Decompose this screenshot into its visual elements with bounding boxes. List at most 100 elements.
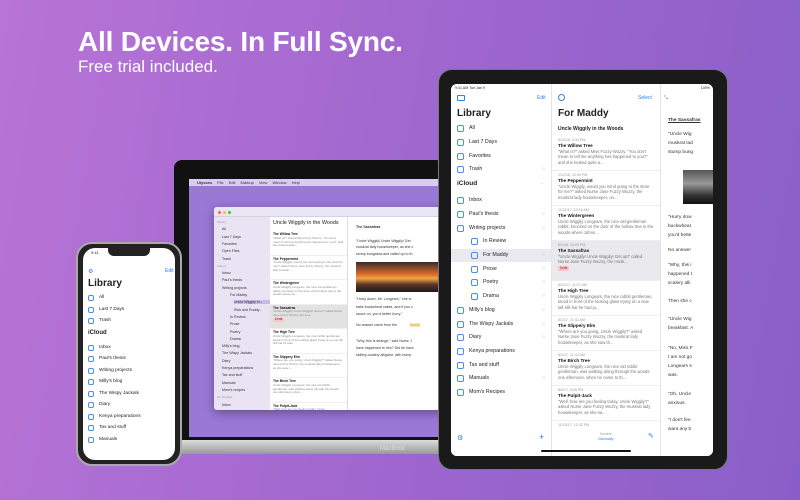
chevron-right-icon[interactable]: » xyxy=(542,249,545,262)
sheet-item[interactable]: 8/1/17, 11:43 AM The Birch Tree Uncle Wigg… xyxy=(552,351,660,386)
chevron-right-icon[interactable]: » xyxy=(542,222,545,235)
chevron-right-icon[interactable]: » xyxy=(542,263,545,276)
sidebar-toggle-icon[interactable] xyxy=(457,95,465,101)
library-item[interactable]: Trash » xyxy=(451,163,551,176)
icloud-item[interactable]: Writing projects xyxy=(83,365,175,377)
sheet-item[interactable]: 8/31/17, 11:07 AM The High Tree Uncle Wigg… xyxy=(552,281,660,316)
icloud-item[interactable]: The Wispy Jackals xyxy=(83,388,175,400)
icloud-item[interactable]: Poetry » xyxy=(451,276,551,289)
close-button[interactable] xyxy=(218,210,221,214)
icloud-item[interactable]: Diary xyxy=(83,399,175,411)
sheet-item[interactable]: 5/14/18, 2:34 PM The Willow Tree "What is?… xyxy=(552,136,660,171)
sheet-item[interactable]: 11/23/17, 12:32 PMThe Violets xyxy=(552,421,660,426)
menu-view[interactable]: View xyxy=(259,180,268,185)
sheet-item[interactable]: The Peppermint "Uncle Wiggily, would you … xyxy=(270,256,347,280)
sheet-item[interactable]: 8/4/17, 5:05 PM The Pulpit-Jack "Well, how… xyxy=(552,386,660,421)
search-icon[interactable] xyxy=(558,94,565,101)
icloud-item[interactable]: Drama » xyxy=(451,290,551,303)
sidebar-item[interactable]: Trash xyxy=(222,257,231,261)
icloud-item[interactable]: For Maddy » xyxy=(451,249,551,262)
sidebar-item[interactable]: Open Files xyxy=(222,249,239,253)
sheet-item[interactable]: 2/12/18, 12:54 PM The Peppermint "Uncle Wi… xyxy=(552,171,660,206)
icloud-item[interactable]: Milly's blog xyxy=(83,376,175,388)
icloud-item[interactable]: Mom's Recipes xyxy=(451,386,551,399)
ipad-editor[interactable]: 100% ⤡ The Sassafras "Uncle Wig muskrat la… xyxy=(661,84,713,456)
icloud-item[interactable]: Kenya preparations xyxy=(83,411,175,423)
library-item[interactable]: Trash xyxy=(83,315,175,327)
chevron-right-icon[interactable]: » xyxy=(542,208,545,221)
sheet-item[interactable]: 8/1/17, 11:42 AM The Slippery Elm "Where a… xyxy=(552,316,660,351)
icloud-item[interactable]: Kenya preparations xyxy=(451,345,551,358)
sheet-item[interactable]: The Willow Tree "What is?" asked Miss Fuz… xyxy=(270,231,347,256)
sheet-item[interactable]: The Birch Tree Uncle Wiggily Longears, th… xyxy=(270,378,347,403)
sheet-item[interactable]: The Sassafras "Uncle Wiggily! Uncle Wiggi… xyxy=(270,304,347,329)
add-icon[interactable]: + xyxy=(539,432,544,442)
sidebar-item[interactable]: Diary xyxy=(222,359,230,363)
menu-markup[interactable]: Markup xyxy=(240,180,253,185)
icloud-item[interactable]: Milly's blog » xyxy=(451,304,551,317)
sidebar-item[interactable]: Milly's blog xyxy=(222,344,239,348)
zoom-button[interactable] xyxy=(228,210,231,214)
chevron-right-icon[interactable]: » xyxy=(542,372,545,385)
icloud-item[interactable]: Writing projects » xyxy=(451,222,551,235)
sheet-item[interactable]: The Slippery Elm "Where are you going, Un… xyxy=(270,354,347,378)
sheet-item[interactable]: 6/1/18, 12:09 PM The Sassafras "Uncle Wigg… xyxy=(552,241,660,281)
sidebar-item[interactable]: Prose xyxy=(230,322,239,326)
sheet-item[interactable]: The High Tree Uncle Wiggily Longears, the… xyxy=(270,329,347,354)
icloud-item[interactable]: Diary » xyxy=(451,331,551,344)
sidebar-item[interactable]: Inbox xyxy=(222,403,231,407)
sidebar-item[interactable]: Writing projects xyxy=(222,286,247,290)
sidebar-item[interactable]: Inbox xyxy=(222,271,231,275)
sidebar-item[interactable]: Drama xyxy=(230,337,241,341)
sidebar-item[interactable]: In Review xyxy=(230,315,246,319)
icloud-item[interactable]: Tax and stuff xyxy=(451,359,551,372)
menu-ulysses[interactable]: Ulysses xyxy=(197,180,212,185)
library-item[interactable]: All xyxy=(83,292,175,304)
chevron-right-icon[interactable]: » xyxy=(542,276,545,289)
chevron-right-icon[interactable]: » xyxy=(542,163,545,176)
sidebar-item[interactable]: All xyxy=(222,227,226,231)
icloud-item[interactable]: The Wispy Jackals » xyxy=(451,318,551,331)
minimize-button[interactable] xyxy=(223,210,226,214)
sheet-item[interactable]: The Wintergreen Uncle Wiggily Longears, t… xyxy=(270,280,347,305)
chevron-down-icon[interactable]: ⌄ xyxy=(540,180,544,186)
library-item[interactable]: Favorites xyxy=(451,150,551,163)
icloud-item[interactable]: In Review xyxy=(451,235,551,248)
icloud-item[interactable]: Manuals » xyxy=(451,372,551,385)
sidebar-item[interactable]: Kenya preparations xyxy=(222,366,253,370)
sort-order-button[interactable]: Manually xyxy=(552,437,660,441)
select-button[interactable]: Select xyxy=(638,95,652,101)
menu-window[interactable]: Window xyxy=(272,180,286,185)
icloud-item[interactable]: Paul's thesis » xyxy=(451,208,551,221)
library-item[interactable]: Last 7 Days xyxy=(451,136,551,149)
sidebar-item[interactable]: Last 7 Days xyxy=(222,235,241,239)
settings-icon[interactable]: ⚙ xyxy=(457,434,463,442)
sheet-item[interactable]: The Pulpit-Jack "Well, how are you feelin… xyxy=(270,403,347,410)
sidebar-item[interactable]: Uncle Wiggily in... xyxy=(234,300,270,305)
library-item[interactable]: All xyxy=(451,122,551,135)
edit-button[interactable]: Edit xyxy=(165,268,174,274)
chevron-right-icon[interactable]: » xyxy=(542,318,545,331)
sidebar-item[interactable]: Manuals xyxy=(222,381,236,385)
icloud-item[interactable]: Manuals xyxy=(83,434,175,446)
sidebar-item[interactable]: Mom's recipes xyxy=(222,388,245,392)
settings-icon[interactable]: ⚙ xyxy=(88,268,93,275)
sidebar-item[interactable]: For Maddy xyxy=(230,293,247,297)
menu-edit[interactable]: Edit xyxy=(229,180,236,185)
fullscreen-icon[interactable]: ⤡ xyxy=(664,95,668,101)
chevron-right-icon[interactable]: » xyxy=(542,304,545,317)
sidebar-item[interactable]: The Wispy Jackals xyxy=(222,351,252,355)
menu-help[interactable]: Help xyxy=(292,180,300,185)
compose-icon[interactable]: ✎ xyxy=(648,432,654,440)
sidebar-item[interactable]: Paul's thesis xyxy=(222,278,242,282)
sidebar-item[interactable]: Rick and Ruddy... xyxy=(234,308,262,312)
menu-file[interactable]: File xyxy=(217,180,223,185)
icloud-item[interactable]: Prose » xyxy=(451,263,551,276)
sheet-item[interactable]: 11/22/17, 10:16 AM The Wintergreen Uncle W… xyxy=(552,206,660,241)
sidebar-item[interactable]: Favorites xyxy=(222,242,237,246)
edit-button[interactable]: Edit xyxy=(537,95,546,101)
icloud-item[interactable]: Inbox xyxy=(83,342,175,354)
icloud-item[interactable]: Tax and stuff xyxy=(83,422,175,434)
sidebar-item[interactable]: Tax and stuff xyxy=(222,373,242,377)
chevron-right-icon[interactable]: » xyxy=(542,331,545,344)
